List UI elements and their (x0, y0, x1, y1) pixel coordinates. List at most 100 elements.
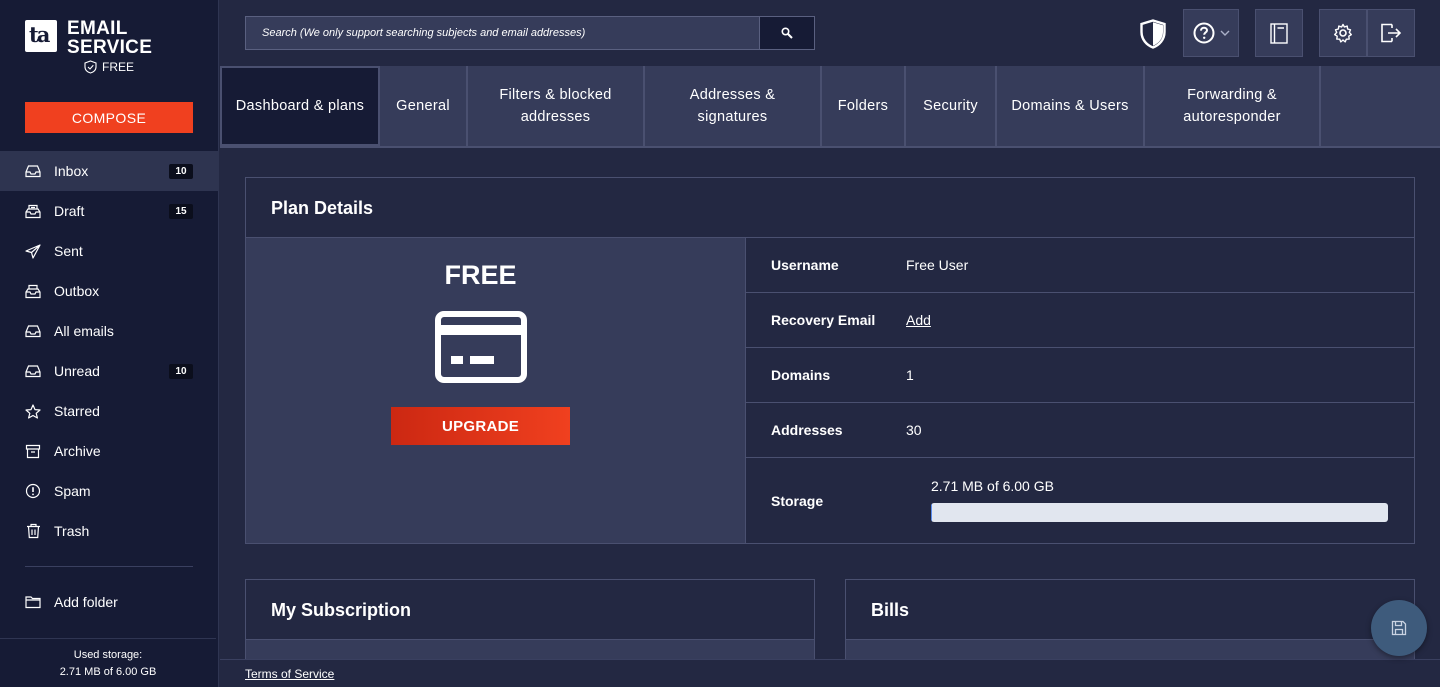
gear-icon (1334, 23, 1352, 43)
storage-value: 2.71 MB of 6.00 GB (931, 478, 1054, 494)
logo-mark-icon: ta (25, 20, 57, 52)
folder-label: Starred (54, 403, 100, 419)
sidebar-item-unread[interactable]: Unread 10 (0, 351, 219, 391)
top-bar (220, 0, 1440, 66)
current-plan-panel: FREE UPGRADE (246, 238, 745, 543)
username-label: Username (771, 257, 839, 273)
recovery-email-label: Recovery Email (771, 312, 876, 328)
plan-badge: FREE (84, 60, 134, 74)
tab-addresses-signatures[interactable]: Addresses & signatures (645, 66, 822, 146)
terms-of-service-link[interactable]: Terms of Service (245, 667, 334, 681)
used-storage-value: 2.71 MB of 6.00 GB (59, 666, 157, 678)
subscription-card: My Subscription (245, 579, 815, 670)
sidebar-item-starred[interactable]: Starred (0, 391, 219, 431)
search-button[interactable] (759, 17, 814, 49)
search-bar (245, 16, 815, 50)
storage-progress-bar (931, 503, 1388, 522)
folder-label: Trash (54, 523, 90, 539)
bills-card: Bills (845, 579, 1415, 670)
brand-line-1: EMAIL (67, 18, 128, 39)
shield-icon (1140, 19, 1166, 49)
draft-icon (25, 203, 41, 219)
tab-forwarding-autoresponder[interactable]: Forwarding & autoresponder (1145, 66, 1321, 146)
sidebar-item-archive[interactable]: Archive (0, 431, 219, 471)
domains-row: Domains 1 (746, 348, 1414, 403)
logo[interactable]: ta EMAIL SERVICE (25, 19, 152, 57)
save-floating-button[interactable] (1371, 600, 1427, 656)
storage-row: Storage 2.71 MB of 6.00 GB (746, 458, 1414, 543)
tab-domains-users[interactable]: Domains & Users (997, 66, 1145, 146)
help-menu-button[interactable] (1183, 9, 1239, 57)
unread-count-badge: 10 (169, 363, 193, 379)
folder-label: Unread (54, 363, 100, 379)
sidebar-item-inbox[interactable]: Inbox 10 (0, 151, 219, 191)
sidebar-item-all-emails[interactable]: All emails (0, 311, 219, 351)
addresses-label: Addresses (771, 422, 843, 438)
send-icon (25, 243, 41, 259)
search-input[interactable] (246, 17, 759, 49)
storage-label: Storage (771, 492, 824, 509)
folder-label: Archive (54, 443, 101, 459)
inbox-icon (25, 163, 41, 179)
folder-icon (25, 594, 41, 610)
address-book-icon (1270, 22, 1288, 44)
compose-button[interactable]: COMPOSE (25, 102, 193, 133)
sidebar-item-trash[interactable]: Trash (0, 511, 219, 551)
help-icon (1193, 22, 1214, 44)
sidebar-divider (25, 566, 193, 567)
sidebar-item-sent[interactable]: Sent (0, 231, 219, 271)
addresses-row: Addresses 30 (746, 403, 1414, 458)
logout-button[interactable] (1367, 9, 1415, 57)
plan-details-card: Plan Details FREE UPGRADE Username Free … (245, 177, 1415, 544)
used-storage-label: Used storage: (73, 649, 143, 661)
current-plan-name: FREE (444, 260, 517, 290)
logout-icon (1381, 23, 1402, 43)
chevron-down-icon (1220, 30, 1229, 36)
trash-icon (25, 523, 41, 539)
add-recovery-email-link[interactable]: Add (906, 312, 931, 328)
tab-general[interactable]: General (380, 66, 468, 146)
credit-card-icon (435, 311, 527, 383)
addresses-value: 30 (906, 422, 922, 438)
plan-info-table: Username Free User Recovery Email Add Do… (745, 238, 1414, 543)
archive-icon (25, 443, 41, 459)
draft-count-badge: 15 (169, 203, 193, 219)
unread-count-badge: 10 (169, 163, 193, 179)
spam-icon (25, 483, 41, 499)
brand-line-2: SERVICE (67, 37, 153, 58)
sidebar-item-spam[interactable]: Spam (0, 471, 219, 511)
tab-dashboard-plans[interactable]: Dashboard & plans (220, 66, 380, 146)
settings-button[interactable] (1319, 9, 1367, 57)
star-icon (25, 403, 41, 419)
tab-security[interactable]: Security (906, 66, 997, 146)
security-shield-button[interactable] (1137, 18, 1169, 50)
sidebar-item-outbox[interactable]: Outbox (0, 271, 219, 311)
recovery-email-row: Recovery Email Add (746, 293, 1414, 348)
username-row: Username Free User (746, 238, 1414, 293)
upgrade-button[interactable]: UPGRADE (391, 407, 570, 445)
username-value: Free User (906, 257, 969, 273)
add-folder-label: Add folder (54, 594, 118, 610)
sidebar: ta EMAIL SERVICE FREE COMPOSE Inbox 10 D… (0, 0, 219, 687)
all-emails-icon (25, 323, 41, 339)
contacts-button[interactable] (1255, 9, 1303, 57)
footer: Terms of Service (220, 659, 1440, 687)
sidebar-item-draft[interactable]: Draft 15 (0, 191, 219, 231)
settings-tabs: Dashboard & plans General Filters & bloc… (220, 66, 1440, 148)
domains-value: 1 (906, 367, 914, 383)
tab-filters-blocked-addresses[interactable]: Filters & blocked addresses (468, 66, 645, 146)
used-storage: Used storage: 2.71 MB of 6.00 GB (0, 638, 216, 687)
folder-label: Inbox (54, 163, 89, 179)
folder-label: All emails (54, 323, 114, 339)
search-icon (781, 27, 793, 39)
domains-label: Domains (771, 367, 831, 383)
folder-label: Spam (54, 483, 91, 499)
subscription-title: My Subscription (271, 600, 412, 620)
folder-label: Draft (54, 203, 85, 219)
floppy-disk-icon (1391, 620, 1407, 636)
add-folder-button[interactable]: Add folder (0, 582, 219, 622)
tab-folders[interactable]: Folders (822, 66, 906, 146)
plan-details-title: Plan Details (271, 198, 374, 218)
bills-title: Bills (871, 600, 910, 620)
unread-icon (25, 363, 41, 379)
